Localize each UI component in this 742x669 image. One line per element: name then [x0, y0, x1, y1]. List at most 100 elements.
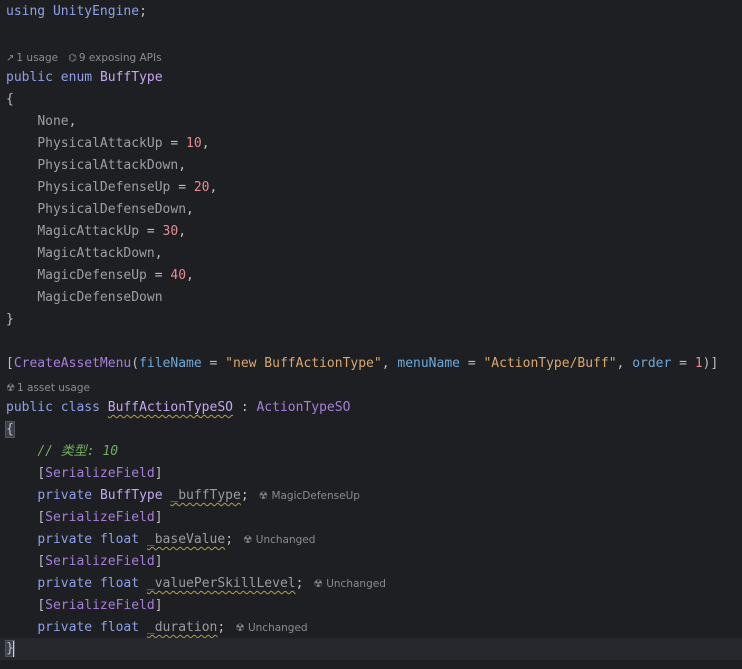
code-line-serialize-attribute[interactable]: [SerializeField]: [6, 463, 162, 485]
code-line-enum-member[interactable]: MagicAttackUp = 30,: [6, 221, 186, 243]
asset-usage-label: 1 asset usage: [16, 382, 90, 394]
code-line-serialize-attribute[interactable]: [SerializeField]: [6, 507, 163, 529]
code-line-enum-member[interactable]: MagicDefenseDown: [6, 287, 163, 309]
bracket-right: ]: [154, 554, 163, 569]
code-line-field-decl[interactable]: private float _duration; ☢ Unchanged: [6, 617, 307, 639]
open-brace: {: [6, 92, 14, 107]
comma: ,: [68, 114, 77, 129]
comma: ,: [154, 246, 163, 261]
unity-icon: ☢: [235, 622, 248, 634]
unity-icon: ☢: [258, 490, 272, 502]
enum-member-name: PhysicalAttackDown: [37, 158, 179, 173]
equals: =: [139, 224, 163, 239]
enum-member-value: 30: [162, 224, 179, 239]
semicolon: ;: [240, 488, 249, 503]
inlay-value: Unchanged: [255, 534, 316, 546]
code-line-attribute[interactable]: [CreateAssetMenu(fileName = "new BuffAct…: [6, 353, 718, 375]
enum-member-value: 40: [170, 268, 187, 283]
field-type: float: [99, 532, 140, 547]
unity-value-inlay-hint[interactable]: ☢ Unchanged: [235, 622, 307, 634]
bracket-left: [: [37, 554, 46, 569]
exposing-apis-link[interactable]: ⌬ 9 exposing APIs: [68, 52, 161, 64]
code-line-enum-member[interactable]: PhysicalDefenseDown,: [6, 199, 194, 221]
class-code-vision[interactable]: ☢ 1 asset usage: [6, 381, 90, 395]
bracket-left: [: [37, 466, 46, 481]
code-line-field-decl[interactable]: private BuffType _buffType; ☢ MagicDefens…: [6, 485, 360, 507]
code-line-enum-member[interactable]: None,: [6, 111, 76, 133]
semicolon: ;: [217, 620, 226, 635]
unity-value-inlay-hint[interactable]: ☢ MagicDefenseUp: [259, 490, 360, 502]
comma: ,: [178, 158, 187, 173]
code-line-enum-member[interactable]: MagicAttackDown,: [6, 243, 163, 265]
semicolon: ;: [139, 4, 147, 19]
enum-member-name: PhysicalAttackUp: [37, 136, 163, 151]
string-filename: "new BuffActionType": [225, 356, 382, 371]
field-type: BuffType: [99, 488, 163, 503]
base-class-name: ActionTypeSO: [256, 400, 351, 415]
code-line-enum-member[interactable]: PhysicalAttackUp = 10,: [6, 133, 210, 155]
keyword-private: private: [37, 576, 93, 591]
code-line-comment[interactable]: // 类型: 10: [6, 441, 118, 463]
code-line-using[interactable]: using UnityEngine;: [6, 1, 147, 23]
current-line-highlight: [0, 638, 742, 660]
keyword-private: private: [37, 532, 93, 547]
code-line-enum-open[interactable]: {: [6, 89, 14, 111]
close-brace: }: [6, 312, 14, 327]
code-line-class-open[interactable]: {: [5, 419, 15, 441]
field-name: _baseValue: [146, 532, 226, 547]
enum-name: BuffType: [99, 70, 163, 85]
comma: ,: [209, 180, 218, 195]
code-line-enum-decl[interactable]: public enum BuffType: [6, 67, 163, 89]
bracket-left: [: [6, 356, 14, 371]
text-caret: [13, 641, 14, 657]
enum-code-vision: ↗ 1 usage ⌬ 9 exposing APIs: [6, 51, 162, 65]
code-line-enum-close[interactable]: }: [6, 309, 14, 331]
attribute-name: SerializeField: [45, 466, 155, 481]
enum-member-name: MagicDefenseUp: [37, 268, 147, 283]
code-line-enum-member[interactable]: PhysicalDefenseUp = 20,: [6, 177, 217, 199]
attribute-name: SerializeField: [45, 554, 155, 569]
keyword-public: public: [6, 400, 53, 415]
equals: =: [146, 268, 171, 283]
code-line-enum-member[interactable]: MagicDefenseUp = 40,: [6, 265, 194, 287]
equals: =: [201, 356, 226, 371]
keyword-public: public: [6, 70, 53, 85]
code-line-enum-member[interactable]: PhysicalAttackDown,: [6, 155, 186, 177]
semicolon: ;: [225, 532, 234, 547]
comma: ,: [186, 202, 194, 217]
field-type: float: [99, 576, 140, 591]
code-line-serialize-attribute[interactable]: [SerializeField]: [6, 595, 163, 617]
keyword-enum: enum: [60, 70, 93, 85]
attribute-name: CreateAssetMenu: [13, 356, 132, 371]
code-editor[interactable]: using UnityEngine; ↗ 1 usage ⌬ 9 exposing …: [0, 0, 742, 669]
enum-member-value: 10: [186, 136, 202, 151]
bracket-right: ]: [710, 356, 719, 371]
keyword-class: class: [60, 400, 100, 415]
code-line-class-decl[interactable]: public class BuffActionTypeSO : ActionTy…: [6, 397, 350, 419]
unity-icon: ☢: [243, 534, 256, 546]
equals: =: [170, 180, 194, 195]
inlay-value: MagicDefenseUp: [271, 490, 360, 502]
paren-left: (: [131, 356, 140, 371]
unity-value-inlay-hint[interactable]: ☢ Unchanged: [313, 578, 385, 590]
enum-member-name: MagicAttackUp: [37, 224, 140, 239]
comma: ,: [201, 136, 210, 151]
comma: ,: [186, 268, 194, 283]
semicolon: ;: [295, 576, 304, 591]
bracket-right: ]: [154, 598, 163, 613]
comma: ,: [381, 356, 398, 371]
usage-link[interactable]: ↗ 1 usage: [6, 52, 58, 64]
code-line-field-decl[interactable]: private float _baseValue; ☢ Unchanged: [6, 529, 315, 551]
colon: :: [233, 400, 257, 415]
comma: ,: [616, 356, 633, 371]
code-line-field-decl[interactable]: private float _valuePerSkillLevel; ☢ Unch…: [6, 573, 386, 595]
keyword-using: using: [6, 4, 46, 19]
code-line-serialize-attribute[interactable]: [SerializeField]: [6, 551, 163, 573]
enum-member-name: PhysicalDefenseDown: [37, 202, 187, 217]
bracket-right: ]: [154, 510, 163, 525]
bracket-left: [: [37, 598, 46, 613]
keyword-private: private: [37, 488, 93, 503]
enum-member-name: MagicDefenseDown: [37, 290, 163, 305]
unity-value-inlay-hint[interactable]: ☢ Unchanged: [243, 534, 315, 546]
string-menuname: "ActionType/Buff": [483, 356, 617, 371]
